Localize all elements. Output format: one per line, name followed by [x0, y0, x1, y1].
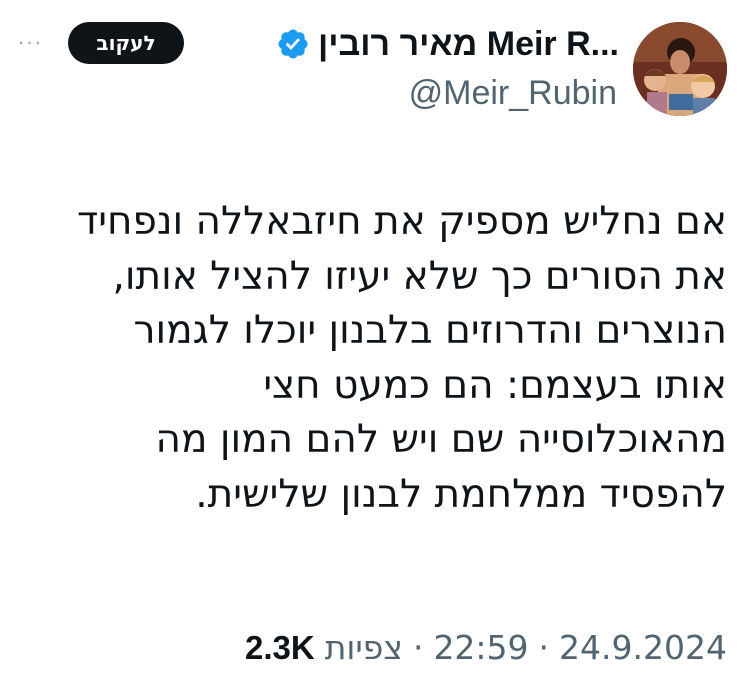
views-count-wrap: 2.3K [245, 628, 325, 667]
meta-separator: · [412, 628, 424, 667]
tweet-text-line: הנוצרים והדרוזים בלבנון יוכלו לגמור [133, 308, 727, 353]
meta-separator: · [538, 628, 550, 667]
tweet-text-line: אותו בעצמם: הם כמעט חצי [263, 362, 727, 408]
author-name-row: מאיר רובין Meir R... [276, 22, 619, 66]
author-display-name[interactable]: מאיר רובין Meir R... [318, 25, 619, 64]
tweet-text: אם נחליש מספיק את חיזבאללה ונפחיד את הסו… [17, 195, 727, 522]
avatar-photo [633, 22, 727, 116]
views-label: צפיות [324, 628, 403, 667]
tweet-text-line: להפסיד ממלחמת לבנון שלישית. [195, 471, 727, 517]
more-options-icon[interactable]: ··· [10, 22, 50, 62]
verified-badge-icon [276, 27, 310, 61]
tweet-time[interactable]: 22:59 [433, 628, 528, 667]
views-count[interactable]: 2.3K [245, 629, 315, 666]
tweet-text-line: את הסורים כך שלא יעיזו להציל אותו, [112, 253, 727, 299]
author-handle[interactable]: @Meir_Rubin [409, 74, 617, 113]
tweet-text-line: מהאוכלוסייה שם ויש להם המון מה [155, 417, 728, 462]
follow-button[interactable]: לעקוב [68, 22, 184, 64]
tweet-meta: 24.9.2024 · 22:59 · צפיות 2.3K [245, 628, 727, 667]
tweet-card: מאיר רובין Meir R... @Meir_Rubin לעקוב ·… [0, 0, 749, 699]
tweet-date[interactable]: 24.9.2024 [559, 628, 727, 667]
tweet-text-line: אם נחליש מספיק את חיזבאללה ונפחיד [76, 199, 727, 244]
avatar[interactable] [633, 22, 727, 116]
